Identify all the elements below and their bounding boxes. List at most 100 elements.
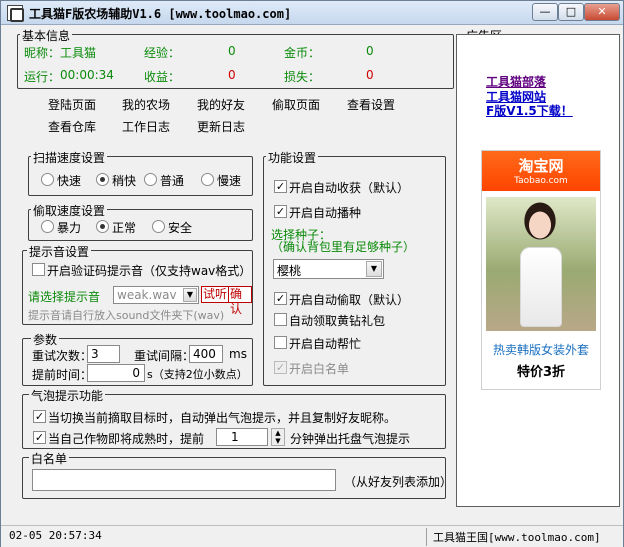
whitelist-input[interactable] — [32, 469, 336, 491]
minimize-button[interactable]: — — [532, 3, 558, 21]
retry-count-label: 重试次数： — [32, 349, 93, 363]
taobao-subtitle: Taobao.com — [514, 176, 568, 186]
auto-sow-checkbox[interactable]: ✓ — [274, 205, 287, 218]
ad-model-dress — [520, 247, 562, 327]
seed-select-dropdown[interactable]: 樱桃 ▼ — [273, 259, 384, 279]
scan-radio-fast[interactable] — [41, 173, 54, 186]
whitelist-hint: （从好友列表添加） — [344, 475, 453, 489]
auto-diamond-checkbox[interactable] — [274, 313, 287, 326]
advance-time-input[interactable]: 0 — [87, 364, 145, 382]
sound-enable-checkbox[interactable] — [32, 263, 45, 276]
steal-label-brute: 暴力 — [57, 221, 82, 235]
whitelist-toggle-label: 开启白名单 — [289, 362, 350, 376]
params-group: 参数 重试次数： 3 重试间隔： 400 ms 提前时间： 0 s（支持2位小数… — [22, 331, 253, 386]
basic-info-group: 基本信息 昵称： 工具猫 经验： 0 金币： 0 运行： 00:00:34 收益… — [17, 27, 454, 89]
income-value: 0 — [228, 68, 236, 82]
status-datetime: 02-05 20:57:34 — [9, 529, 102, 542]
runtime-label: 运行： — [24, 70, 61, 84]
auto-steal-label: 开启自动偷取（默认） — [289, 293, 410, 307]
nav-view-settings[interactable]: 查看设置 — [347, 96, 395, 113]
exp-value: 0 — [228, 44, 236, 58]
steal-radio-brute[interactable] — [41, 220, 54, 233]
exp-label: 经验： — [144, 46, 181, 60]
title-bar[interactable]: 工具猫F版农场辅助V1.6 [www.toolmao.com] — □ ✕ — [1, 1, 623, 25]
whitelist-toggle-checkbox[interactable]: ✓ — [274, 361, 287, 374]
basic-info-title: 基本信息 — [20, 27, 73, 44]
sound-title: 提示音设置 — [27, 243, 92, 260]
retry-interval-input[interactable]: 400 — [189, 345, 223, 363]
nav-view-warehouse[interactable]: 查看仓库 — [48, 118, 96, 135]
ad-link-download[interactable]: F版V1.5下载！ — [486, 102, 573, 119]
chevron-down-icon: ▼ — [366, 261, 382, 277]
steal-speed-group: 偷取速度设置 暴力 正常 安全 — [28, 202, 253, 241]
nav-update-log[interactable]: 更新日志 — [197, 118, 245, 135]
steal-label-safe: 安全 — [168, 221, 193, 235]
nav-login-page[interactable]: 登陆页面 — [48, 96, 96, 113]
taobao-logo: 淘宝网 Taobao.com — [482, 151, 600, 191]
balloon-title: 气泡提示功能 — [29, 387, 106, 404]
steal-label-normal: 正常 — [112, 221, 137, 235]
close-button[interactable]: ✕ — [584, 3, 620, 21]
ad-model-photo — [486, 197, 596, 331]
seed-hint: （确认背包里有足够种子） — [271, 240, 416, 254]
scan-radio-slow[interactable] — [201, 173, 214, 186]
steal-radio-normal[interactable] — [96, 220, 109, 233]
seed-select-value: 樱桃 — [277, 264, 302, 278]
balloon-switch-checkbox[interactable]: ✓ — [33, 410, 46, 423]
scan-radio-slightly-fast[interactable] — [96, 173, 109, 186]
scan-speed-group: 扫描速度设置 快速 稍快 普通 慢速 — [28, 149, 253, 196]
balloon-minutes-spinner[interactable]: ▲ ▼ — [271, 428, 285, 446]
sound-select-value: weak.wav — [117, 288, 177, 302]
status-divider — [426, 528, 427, 546]
auto-help-label: 开启自动帮忙 — [289, 337, 362, 351]
balloon-mature-checkbox[interactable]: ✓ — [33, 431, 46, 444]
sound-select-dropdown[interactable]: weak.wav ▼ — [113, 286, 199, 304]
nav-steal-page[interactable]: 偷取页面 — [272, 96, 320, 113]
auto-harvest-label: 开启自动收获（默认） — [289, 181, 410, 195]
advance-time-unit: s（支持2位小数点） — [147, 368, 248, 381]
scan-label-fast: 快速 — [57, 174, 82, 188]
retry-interval-value: 400 — [193, 347, 216, 361]
sound-confirm-button[interactable]: 确认 — [228, 286, 252, 316]
maximize-button[interactable]: □ — [558, 3, 584, 21]
auto-diamond-label: 自动领取黄钻礼包 — [289, 314, 386, 328]
retry-interval-unit: ms — [229, 347, 247, 361]
ad-banner[interactable]: 淘宝网 Taobao.com 热卖韩版女装外套 特价3折 — [481, 150, 601, 390]
nav-my-friends[interactable]: 我的好友 — [197, 96, 245, 113]
scan-radio-normal[interactable] — [144, 173, 157, 186]
balloon-group: 气泡提示功能 ✓ 当切换当前摘取目标时，自动弹出气泡提示，并且复制好友昵称。 ✓… — [22, 387, 446, 449]
retry-interval-label: 重试间隔： — [134, 349, 195, 363]
loss-label: 损失： — [284, 70, 321, 84]
app-icon — [7, 5, 24, 22]
ad-panel: 工具猫部落 工具猫网站 F版V1.5下载！ 淘宝网 Taobao.com 热卖韩… — [456, 34, 620, 507]
nav-work-log[interactable]: 工作日志 — [122, 118, 170, 135]
scan-label-normal: 普通 — [160, 174, 185, 188]
nickname-label: 昵称： — [24, 46, 61, 60]
balloon-minutes-input[interactable]: 1 — [216, 428, 268, 446]
gold-value: 0 — [366, 44, 374, 58]
ad-caption-title: 热卖韩版女装外套 — [492, 343, 589, 357]
steal-radio-safe[interactable] — [152, 220, 165, 233]
auto-help-checkbox[interactable] — [274, 336, 287, 349]
balloon-mature-suffix: 分钟弹出托盘气泡提示 — [290, 432, 411, 446]
advance-time-label: 提前时间： — [32, 368, 93, 382]
chevron-down-icon: ▼ — [183, 288, 197, 302]
auto-steal-checkbox[interactable]: ✓ — [274, 292, 287, 305]
nav-my-farm[interactable]: 我的农场 — [122, 96, 170, 113]
sound-listen-button[interactable]: 试听 — [201, 286, 230, 303]
feature-settings-group: 功能设置 ✓ 开启自动收获（默认） ✓ 开启自动播种 选择种子： （确认背包里有… — [263, 149, 446, 386]
feature-settings-title: 功能设置 — [266, 149, 319, 166]
retry-count-value: 3 — [91, 347, 99, 361]
auto-sow-label: 开启自动播种 — [289, 206, 362, 220]
whitelist-title: 白名单 — [29, 450, 70, 467]
taobao-title: 淘宝网 — [518, 157, 564, 175]
scan-label-slightly-fast: 稍快 — [112, 174, 137, 188]
auto-harvest-checkbox[interactable]: ✓ — [274, 180, 287, 193]
window-title: 工具猫F版农场辅助V1.6 [www.toolmao.com] — [29, 7, 292, 21]
retry-count-input[interactable]: 3 — [87, 345, 120, 363]
balloon-switch-label: 当切换当前摘取目标时，自动弹出气泡提示，并且复制好友昵称。 — [48, 411, 397, 425]
loss-value: 0 — [366, 68, 374, 82]
balloon-minutes-value: 1 — [231, 430, 239, 444]
scan-speed-title: 扫描速度设置 — [31, 149, 108, 166]
params-title: 参数 — [31, 331, 60, 348]
